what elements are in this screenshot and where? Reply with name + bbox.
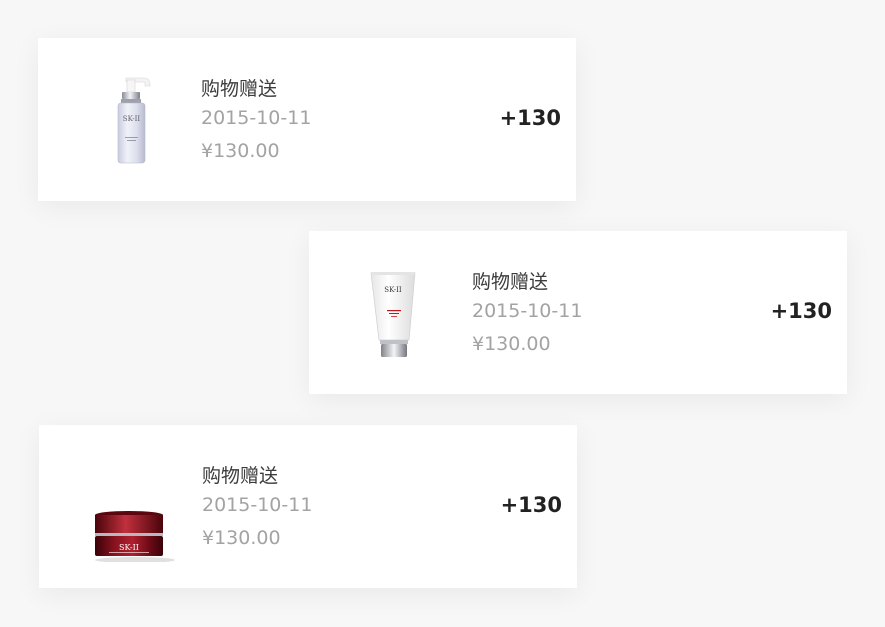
lotion-bottle-icon: SK-II [78,65,188,175]
cleanser-tube-icon: SK-II [349,258,459,368]
record-card[interactable]: SK-II 购物赠送 2015-10-11 ¥130.00 +130 [39,425,577,588]
brand-mark: SK-II [384,286,402,294]
record-points: +130 [499,106,561,130]
record-price: ¥130.00 [472,333,551,355]
record-title: 购物赠送 [472,271,549,293]
record-points: +130 [770,299,832,323]
record-card[interactable]: SK-II 购物赠送 2015-10-11 ¥130.00 +130 [38,38,576,201]
record-title: 购物赠送 [202,465,279,487]
record-date: 2015-10-11 [472,300,583,322]
record-price: ¥130.00 [201,140,280,162]
brand-mark: SK-II [119,543,139,552]
record-points: +130 [500,493,562,517]
cream-jar-icon: SK-II [79,452,189,562]
brand-mark: SK-II [123,115,141,123]
record-price: ¥130.00 [202,527,281,549]
record-date: 2015-10-11 [201,107,312,129]
reward-history-page: { "records": [ { "product_icon": "lotion… [0,0,885,627]
record-card[interactable]: SK-II 购物赠送 2015-10-11 ¥130.00 +130 [309,231,847,394]
record-date: 2015-10-11 [202,494,313,516]
record-title: 购物赠送 [201,78,278,100]
